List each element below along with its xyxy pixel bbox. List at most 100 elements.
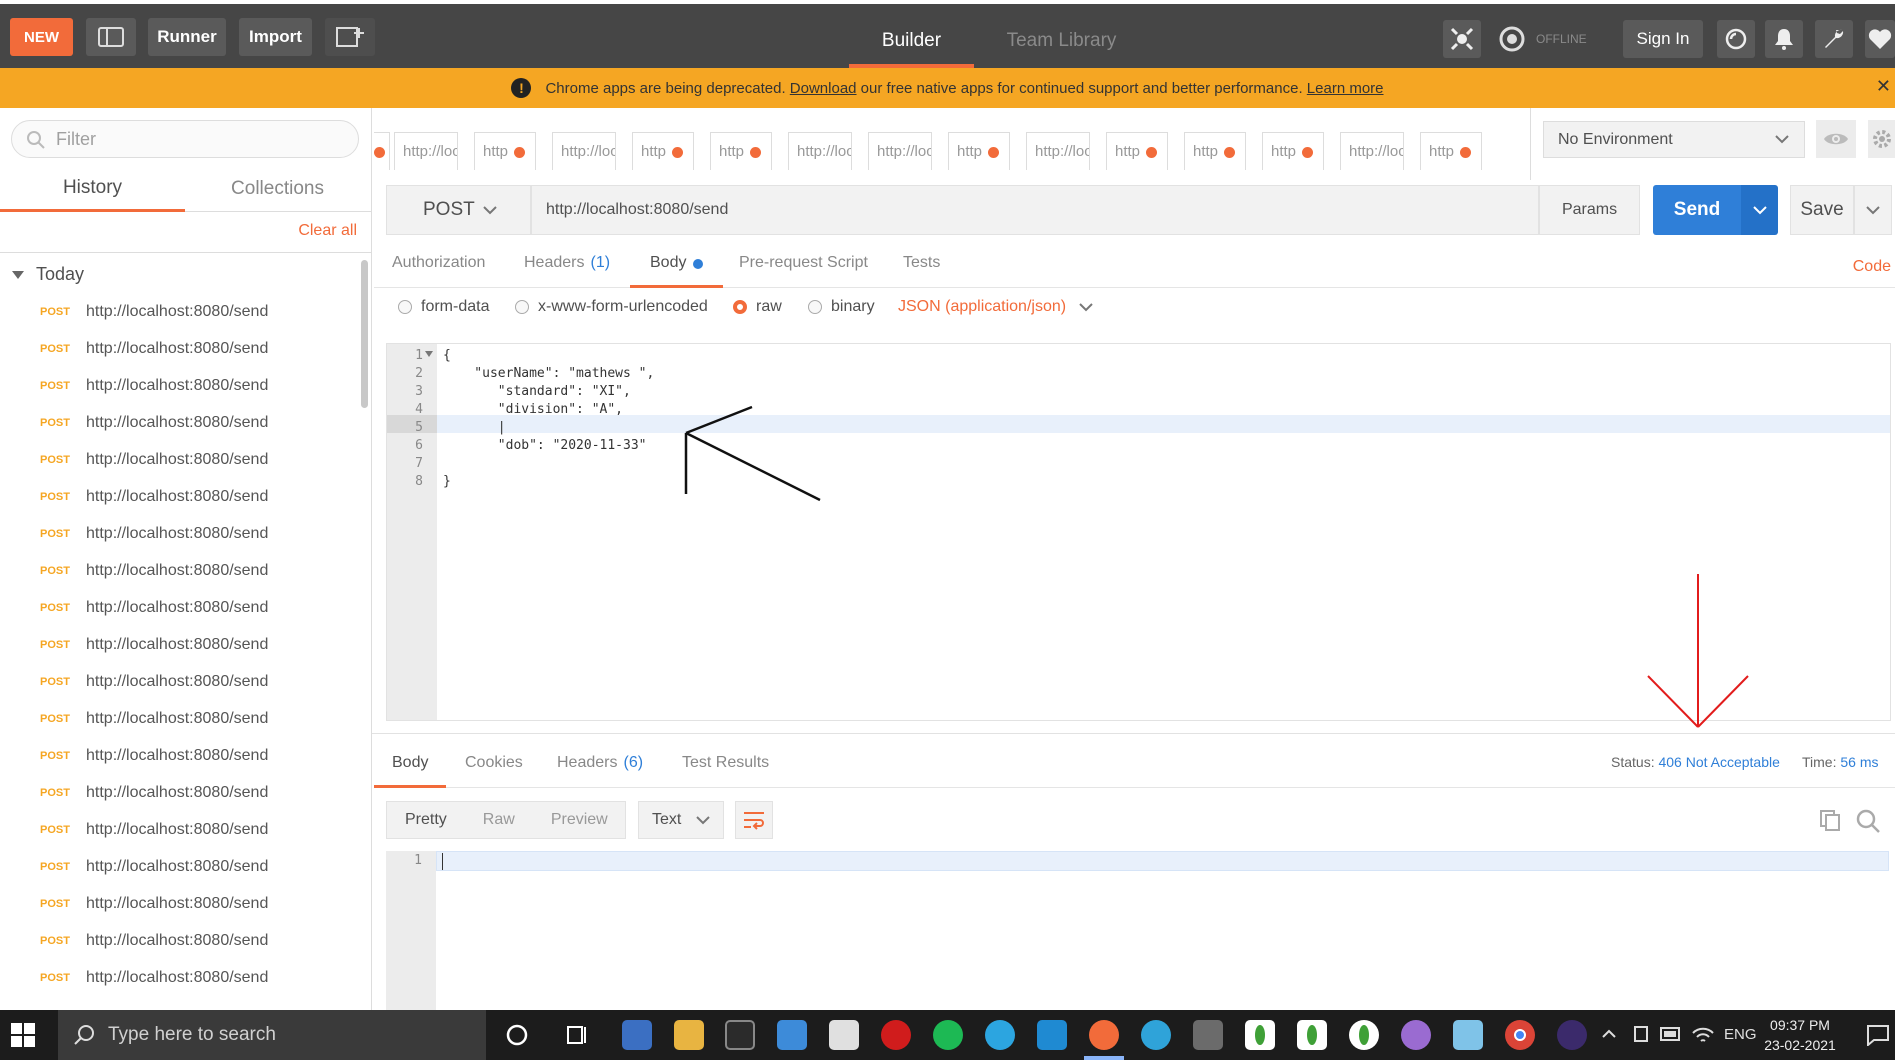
new-button[interactable]: NEW bbox=[10, 18, 73, 56]
response-body-viewer[interactable]: 1 bbox=[386, 851, 1891, 1010]
postman-icon[interactable] bbox=[1089, 1020, 1119, 1050]
edge-icon[interactable] bbox=[1141, 1020, 1171, 1050]
notifications-button[interactable] bbox=[1765, 20, 1803, 58]
generate-code-link[interactable]: Code bbox=[1853, 258, 1891, 276]
tab-body[interactable]: Body bbox=[630, 254, 724, 288]
filter-input[interactable]: Filter bbox=[11, 120, 359, 158]
history-item[interactable]: POST http://localhost:8080/send bbox=[0, 626, 360, 663]
request-tab[interactable]: http bbox=[710, 132, 772, 170]
toggle-sidebar-button[interactable] bbox=[86, 18, 136, 56]
history-item[interactable]: POST http://localhost:8080/send bbox=[0, 811, 360, 848]
search-icon[interactable] bbox=[1855, 808, 1881, 834]
interceptor-button[interactable] bbox=[1443, 20, 1481, 58]
send-options-button[interactable] bbox=[1741, 185, 1778, 235]
windows-start-icon[interactable] bbox=[10, 1022, 36, 1048]
environment-quick-look-button[interactable] bbox=[1816, 120, 1856, 158]
view-raw-button[interactable]: Raw bbox=[465, 811, 533, 829]
mongodb-icon[interactable] bbox=[1245, 1020, 1275, 1050]
language-indicator[interactable]: ENG bbox=[1724, 1026, 1757, 1043]
history-item[interactable]: POST http://localhost:8080/send bbox=[0, 737, 360, 774]
history-item[interactable]: POST http://localhost:8080/send bbox=[0, 293, 360, 330]
runner-button[interactable]: Runner bbox=[148, 18, 226, 56]
chevron-up-icon[interactable] bbox=[1601, 1028, 1617, 1040]
history-item[interactable]: POST http://localhost:8080/send bbox=[0, 441, 360, 478]
sign-in-button[interactable]: Sign In bbox=[1623, 20, 1703, 58]
request-body-editor[interactable]: 1 {2 "userName": "mathews ", 3 "standard":… bbox=[386, 343, 1891, 721]
url-input[interactable]: http://localhost:8080/send bbox=[531, 185, 1539, 235]
send-button[interactable]: Send bbox=[1653, 185, 1741, 235]
history-item[interactable]: POST http://localhost:8080/send bbox=[0, 663, 360, 700]
wifi-icon[interactable] bbox=[1692, 1025, 1714, 1045]
status-value[interactable]: 406 Not Acceptable bbox=[1658, 754, 1779, 770]
tab-team-library[interactable]: Team Library bbox=[984, 18, 1139, 68]
response-format-select[interactable]: Text bbox=[638, 801, 724, 839]
view-pretty-button[interactable]: Pretty bbox=[387, 811, 465, 829]
cortana-icon[interactable] bbox=[505, 1023, 529, 1047]
request-tab[interactable]: http bbox=[1262, 132, 1324, 170]
taskbar-app-icon[interactable] bbox=[1193, 1020, 1223, 1050]
request-tab[interactable]: http://loca bbox=[868, 132, 932, 170]
file-explorer-icon[interactable] bbox=[674, 1020, 704, 1050]
task-view-icon[interactable] bbox=[565, 1023, 589, 1047]
params-button[interactable]: Params bbox=[1539, 185, 1640, 235]
request-tab-partial[interactable] bbox=[374, 132, 390, 170]
mongodb-icon[interactable] bbox=[1297, 1020, 1327, 1050]
history-item[interactable]: POST http://localhost:8080/send bbox=[0, 367, 360, 404]
history-item[interactable]: POST http://localhost:8080/send bbox=[0, 885, 360, 922]
sidebar-scrollbar[interactable] bbox=[361, 260, 368, 408]
request-tab[interactable]: http bbox=[1184, 132, 1246, 170]
learn-more-link[interactable]: Learn more bbox=[1307, 80, 1384, 97]
import-button[interactable]: Import bbox=[239, 18, 312, 56]
response-tab-headers[interactable]: Headers (6) bbox=[557, 754, 643, 788]
mongodb-icon[interactable] bbox=[1349, 1020, 1379, 1050]
eclipse-icon[interactable] bbox=[1557, 1020, 1587, 1050]
settings-button[interactable] bbox=[1815, 20, 1853, 58]
response-tab-test-results[interactable]: Test Results bbox=[682, 754, 769, 788]
vscode-icon[interactable] bbox=[1037, 1020, 1067, 1050]
terminal-icon[interactable] bbox=[725, 1020, 755, 1050]
request-tab[interactable]: http bbox=[1106, 132, 1168, 170]
history-item[interactable]: POST http://localhost:8080/send bbox=[0, 700, 360, 737]
chrome-icon[interactable] bbox=[1505, 1020, 1535, 1050]
telegram-icon[interactable] bbox=[985, 1020, 1015, 1050]
history-item[interactable]: POST http://localhost:8080/send bbox=[0, 922, 360, 959]
history-item[interactable]: POST http://localhost:8080/send bbox=[0, 552, 360, 589]
request-tab[interactable]: http bbox=[1420, 132, 1482, 170]
sync-status-button[interactable] bbox=[1493, 20, 1531, 58]
close-banner-icon[interactable]: ✕ bbox=[1876, 76, 1891, 97]
history-item[interactable]: POST http://localhost:8080/send bbox=[0, 848, 360, 885]
radio-form-data[interactable]: form-data bbox=[398, 298, 489, 316]
fold-caret-icon[interactable] bbox=[425, 351, 433, 357]
request-tab[interactable]: http bbox=[632, 132, 694, 170]
radio-urlencoded[interactable]: x-www-form-urlencoded bbox=[515, 298, 708, 316]
tab-history[interactable]: History bbox=[0, 166, 185, 212]
network-device-icon[interactable] bbox=[1632, 1025, 1650, 1045]
tab-pre-request-script[interactable]: Pre-request Script bbox=[739, 254, 868, 288]
github-icon[interactable] bbox=[1401, 1020, 1431, 1050]
history-item[interactable]: POST http://localhost:8080/send bbox=[0, 589, 360, 626]
save-options-button[interactable] bbox=[1854, 185, 1892, 235]
notification-center-icon[interactable] bbox=[1866, 1024, 1890, 1046]
taskbar-app-icon[interactable] bbox=[829, 1020, 859, 1050]
view-preview-button[interactable]: Preview bbox=[533, 811, 626, 829]
history-item[interactable]: POST http://localhost:8080/send bbox=[0, 404, 360, 441]
mail-icon[interactable] bbox=[777, 1020, 807, 1050]
response-tab-cookies[interactable]: Cookies bbox=[465, 754, 523, 788]
save-button[interactable]: Save bbox=[1790, 185, 1854, 235]
request-tab[interactable]: http://loca bbox=[394, 132, 458, 170]
download-link[interactable]: Download bbox=[790, 80, 857, 97]
clear-all-link[interactable]: Clear all bbox=[298, 222, 357, 240]
tab-builder[interactable]: Builder bbox=[849, 18, 974, 68]
taskbar-app-icon[interactable] bbox=[1453, 1020, 1483, 1050]
request-tab[interactable]: http://loca bbox=[1340, 132, 1404, 170]
request-tab[interactable]: http://loca bbox=[1026, 132, 1090, 170]
history-group-today[interactable]: Today bbox=[12, 264, 84, 285]
opera-icon[interactable] bbox=[881, 1020, 911, 1050]
new-window-button[interactable] bbox=[325, 18, 375, 56]
request-tab[interactable]: http://loca bbox=[788, 132, 852, 170]
method-select[interactable]: POST bbox=[386, 185, 531, 235]
radio-binary[interactable]: binary bbox=[808, 298, 875, 316]
radio-raw[interactable]: raw bbox=[733, 298, 782, 316]
manage-environments-button[interactable] bbox=[1868, 120, 1895, 158]
request-tab[interactable]: http bbox=[474, 132, 536, 170]
